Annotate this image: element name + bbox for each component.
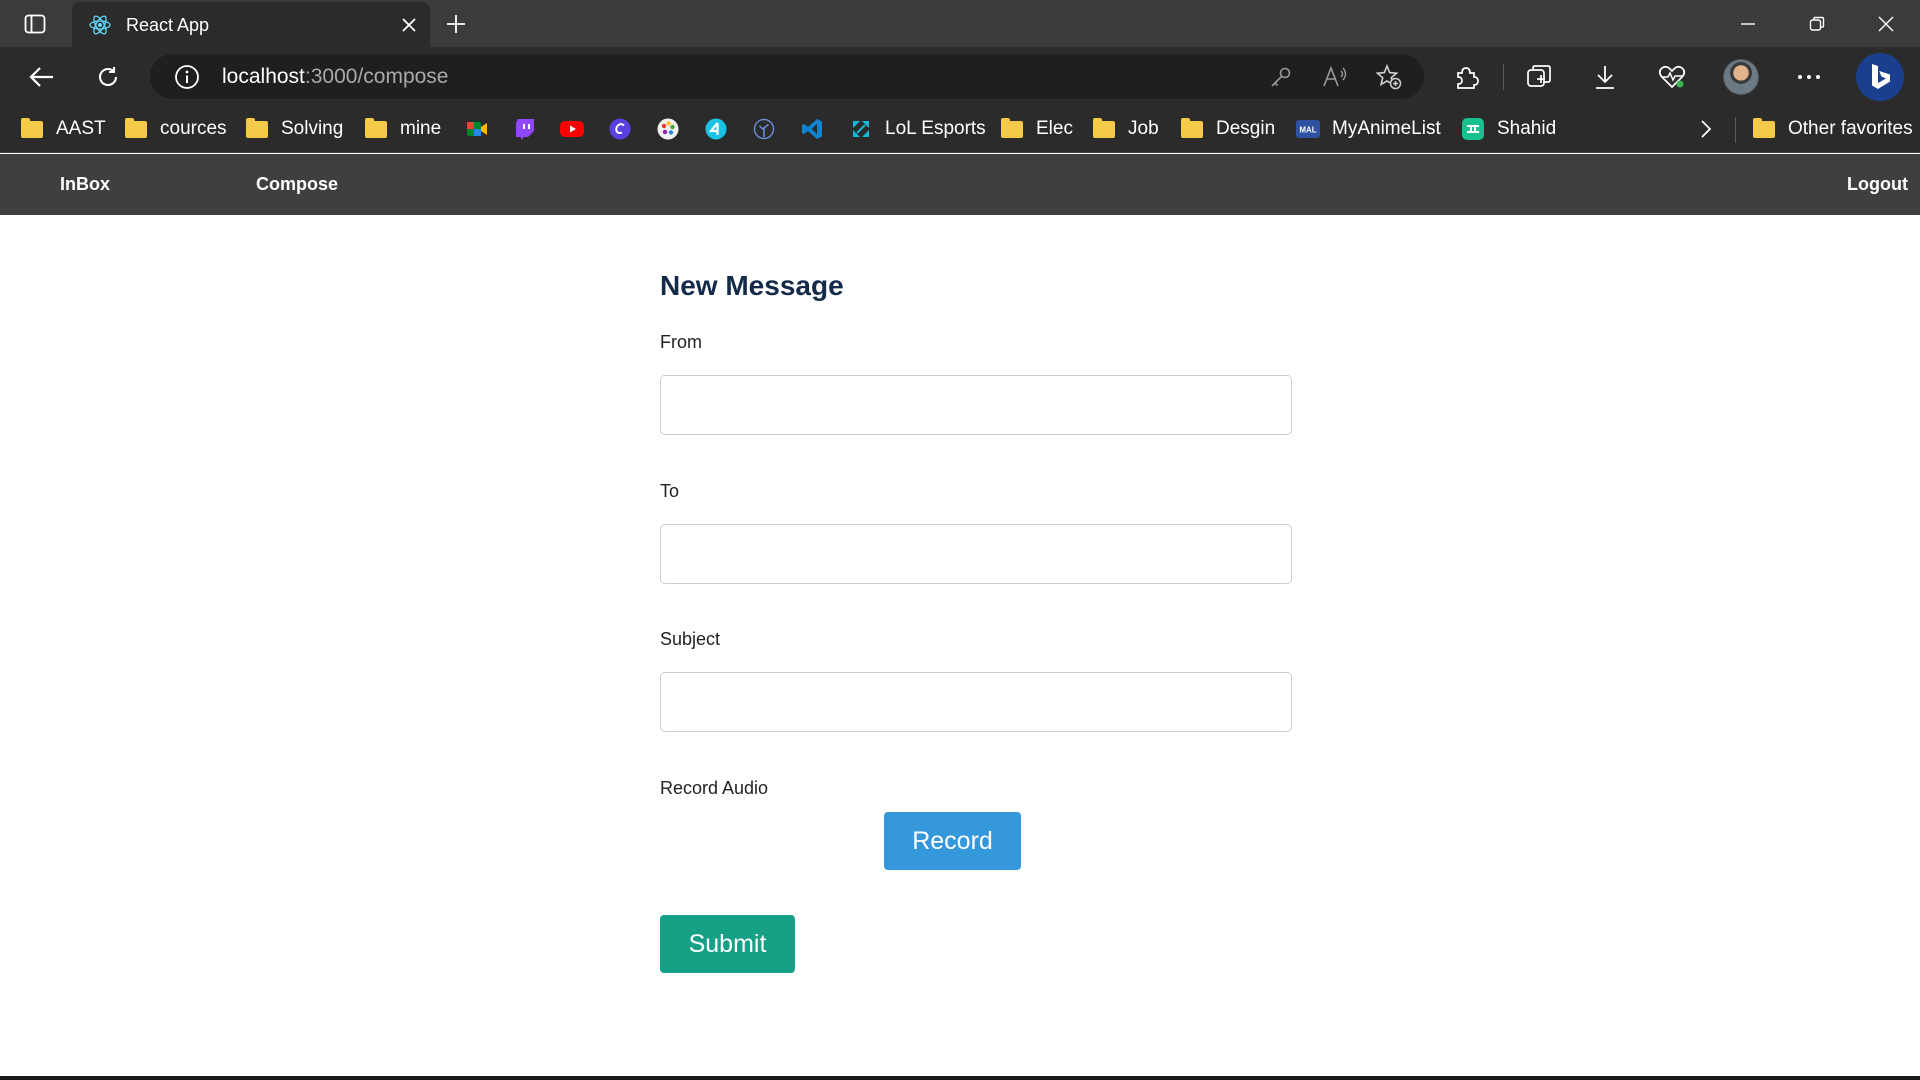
bookmark-cources[interactable]: cources — [124, 115, 227, 143]
bookmark-canva[interactable] — [608, 115, 644, 143]
app-navbar: InBox Compose Logout — [0, 154, 1920, 215]
tree-icon — [752, 118, 776, 140]
bottom-border — [0, 1076, 1920, 1080]
canva-icon — [608, 118, 632, 140]
browser-essentials-icon[interactable] — [1655, 60, 1689, 94]
close-tab-icon[interactable] — [398, 14, 420, 36]
folder-icon — [1752, 117, 1776, 140]
nav-logout[interactable]: Logout — [1847, 174, 1908, 195]
bookmark-lol-esports[interactable]: LoL Esports — [849, 115, 986, 143]
bookmark-app-4[interactable] — [704, 115, 740, 143]
reload-icon[interactable] — [90, 59, 126, 95]
bookmarks-divider — [1735, 117, 1736, 143]
address-bar[interactable]: localhost:3000/compose — [150, 54, 1424, 99]
tab-actions-icon[interactable] — [15, 9, 55, 39]
subject-field[interactable] — [660, 672, 1292, 732]
svg-text:MAL: MAL — [1299, 126, 1316, 135]
minimize-icon[interactable] — [1728, 10, 1768, 38]
lol-esports-icon — [849, 118, 873, 140]
from-label: From — [660, 332, 702, 352]
bing-copilot-icon[interactable] — [1856, 53, 1904, 101]
twitch-icon — [513, 118, 537, 140]
react-icon — [88, 13, 112, 37]
bookmark-youtube[interactable] — [560, 115, 596, 143]
shahid-icon — [1461, 118, 1485, 140]
nav-compose[interactable]: Compose — [256, 174, 338, 195]
read-aloud-icon[interactable] — [1322, 64, 1348, 90]
site-info-icon[interactable] — [174, 64, 200, 90]
back-arrow-icon[interactable] — [24, 59, 60, 95]
record-button[interactable]: Record — [884, 812, 1021, 870]
bookmark-mine[interactable]: mine — [364, 115, 441, 143]
youtube-icon — [560, 118, 584, 140]
bookmark-vscode[interactable] — [800, 115, 836, 143]
new-tab-icon[interactable] — [442, 10, 470, 38]
subject-label: Subject — [660, 629, 721, 649]
palette-icon — [656, 118, 680, 140]
from-field[interactable] — [660, 375, 1292, 435]
extensions-icon[interactable] — [1450, 60, 1484, 94]
submit-button[interactable]: Submit — [660, 915, 795, 973]
more-options-icon[interactable] — [1792, 60, 1826, 94]
record-audio-label: Record Audio — [660, 778, 769, 798]
bookmark-myanimelist[interactable]: MAL MyAnimeList — [1296, 115, 1441, 143]
bookmark-aast[interactable]: AAST — [20, 115, 106, 143]
nav-inbox[interactable]: InBox — [60, 174, 110, 195]
folder-icon — [1180, 117, 1204, 140]
toolbar-divider — [1503, 64, 1504, 90]
myanimelist-icon: MAL — [1296, 118, 1320, 140]
folder-icon — [20, 117, 44, 140]
browser-titlebar: React App — [0, 0, 1920, 48]
bookmark-twitch[interactable] — [513, 115, 549, 143]
app-4-icon — [704, 118, 728, 140]
browser-tab[interactable]: React App — [72, 2, 430, 48]
folder-icon — [1000, 117, 1024, 140]
bookmark-tree[interactable] — [752, 115, 788, 143]
page-title: New Message — [660, 270, 844, 301]
add-favorite-icon[interactable] — [1376, 64, 1402, 90]
vscode-icon — [800, 118, 824, 140]
key-icon[interactable] — [1268, 64, 1294, 90]
url-text[interactable]: localhost:3000/compose — [222, 65, 449, 89]
to-field[interactable] — [660, 524, 1292, 584]
bookmark-elec[interactable]: Elec — [1000, 115, 1073, 143]
bookmark-google-meet[interactable] — [465, 115, 501, 143]
bookmark-palette[interactable] — [656, 115, 692, 143]
downloads-icon[interactable] — [1588, 60, 1622, 94]
bookmark-solving[interactable]: Solving — [245, 115, 343, 143]
bookmarks-overflow-chevron-icon[interactable] — [1700, 115, 1712, 143]
folder-icon — [245, 117, 269, 140]
bookmark-shahid[interactable]: Shahid — [1461, 115, 1556, 143]
folder-icon — [364, 117, 388, 140]
to-label: To — [660, 481, 680, 501]
close-window-icon[interactable] — [1866, 10, 1906, 38]
folder-icon — [124, 117, 148, 140]
profile-avatar[interactable] — [1723, 59, 1759, 95]
bookmarks-bar: AAST cources Solving mine LoL Esports El… — [0, 106, 1920, 153]
google-meet-icon — [465, 118, 489, 140]
bookmark-job[interactable]: Job — [1092, 115, 1159, 143]
tab-title: React App — [126, 14, 210, 35]
other-favorites[interactable]: Other favorites — [1752, 115, 1913, 143]
folder-icon — [1092, 117, 1116, 140]
collections-icon[interactable] — [1523, 60, 1557, 94]
bookmark-desgin[interactable]: Desgin — [1180, 115, 1275, 143]
browser-toolbar: localhost:3000/compose — [0, 47, 1920, 106]
restore-icon[interactable] — [1797, 10, 1837, 38]
